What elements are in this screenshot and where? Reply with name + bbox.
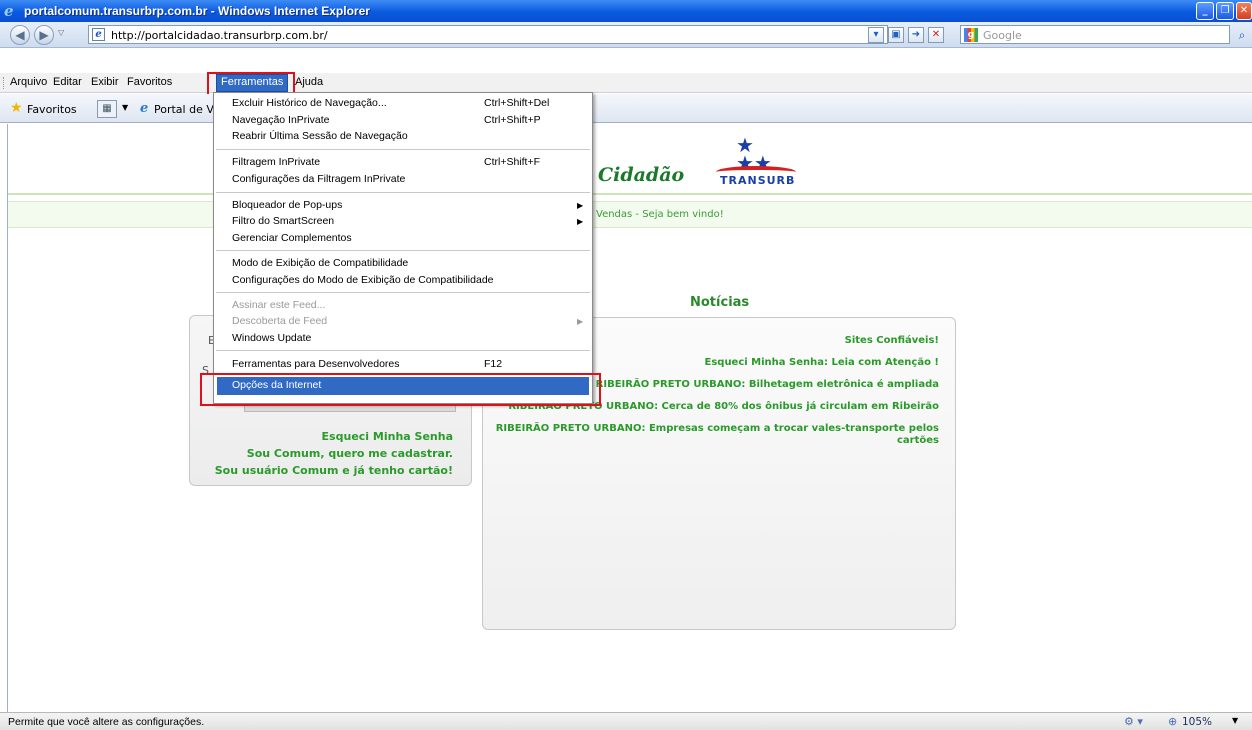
- address-field[interactable]: e http://portalcidadao.transurbrp.com.br…: [88, 25, 888, 44]
- tools-menu: Excluir Histórico de Navegação... Ctrl+S…: [213, 92, 593, 404]
- compatibility-icon[interactable]: ▣: [888, 27, 904, 43]
- tab-portal[interactable]: Portal de Ve: [154, 103, 220, 116]
- logo-text: TRANSURB: [720, 174, 796, 187]
- status-bar: Permite que você altere as configurações…: [0, 712, 1252, 730]
- menu-separator: [216, 250, 590, 251]
- menu-item-descoberta-feed: Descoberta de Feed: [232, 315, 328, 327]
- menu-item-config-filtragem[interactable]: Configurações da Filtragem InPrivate: [232, 173, 405, 185]
- tab-list-dropdown-icon[interactable]: ▼: [122, 103, 128, 112]
- menu-item-filtragem-inprivate[interactable]: Filtragem InPrivate: [232, 156, 320, 168]
- menu-separator: [216, 149, 590, 150]
- zone-icon[interactable]: ⚙ ▾: [1124, 715, 1143, 728]
- menu-item-config-compatibilidade[interactable]: Configurações do Modo de Exibição de Com…: [232, 274, 494, 286]
- forward-button[interactable]: ▶: [34, 25, 54, 45]
- search-field[interactable]: g Google: [960, 25, 1230, 44]
- status-text: Permite que você altere as configurações…: [8, 716, 205, 728]
- address-dropdown-icon[interactable]: ▾: [868, 27, 884, 43]
- register-link[interactable]: Sou Comum, quero me cadastrar.: [247, 447, 453, 460]
- menu-item-gerenciar-complementos[interactable]: Gerenciar Complementos: [232, 232, 352, 244]
- go-arrow-icon[interactable]: ➜: [908, 27, 924, 43]
- header-divider: [8, 193, 1252, 195]
- has-card-link[interactable]: Sou usuário Comum e já tenho cartão!: [215, 464, 453, 477]
- forgot-password-link[interactable]: Esqueci Minha Senha: [322, 430, 453, 443]
- menu-item-assinar-feed: Assinar este Feed...: [232, 299, 326, 311]
- ie-logo-icon: e: [4, 2, 14, 20]
- shortcut-f12: F12: [484, 358, 503, 370]
- shortcut-filtragem: Ctrl+Shift+F: [484, 156, 541, 168]
- transurb-logo: ★ ★★ TRANSURB: [716, 135, 796, 192]
- search-icon[interactable]: ⌕: [1234, 27, 1250, 43]
- shortcut-inprivate: Ctrl+Shift+P: [484, 114, 541, 126]
- menu-favoritos[interactable]: Favoritos: [127, 76, 172, 88]
- menu-exibir[interactable]: Exibir: [91, 76, 119, 88]
- window-title: portalcomum.transurbrp.com.br - Windows …: [24, 4, 370, 18]
- menu-separator: [216, 350, 590, 351]
- favorites-star-icon[interactable]: ★: [10, 100, 23, 116]
- news-link-5-cont[interactable]: cartões: [897, 435, 939, 446]
- menu-separator: [216, 292, 590, 293]
- welcome-text: Vendas - Seja bem vindo!: [596, 209, 724, 220]
- news-title: Notícias: [690, 295, 750, 310]
- menu-editar[interactable]: Editar: [53, 76, 82, 88]
- page-icon: e: [92, 28, 105, 41]
- search-placeholder[interactable]: Google: [983, 29, 1022, 42]
- menu-item-reabrir-sessao[interactable]: Reabrir Última Sessão de Navegação: [232, 130, 408, 142]
- minimize-button[interactable]: _: [1196, 2, 1214, 20]
- submenu-arrow-icon: ▶: [577, 217, 584, 226]
- menu-item-modo-compatibilidade[interactable]: Modo de Exibição de Compatibilidade: [232, 257, 408, 269]
- url-text[interactable]: http://portalcidadao.transurbrp.com.br/: [111, 29, 328, 42]
- restore-button[interactable]: ❐: [1216, 2, 1234, 20]
- zoom-dropdown-icon[interactable]: ▼: [1232, 716, 1238, 725]
- favorites-bar: ★ Favoritos ▦ ▼ e Portal de Ve: [0, 94, 1252, 123]
- submenu-arrow-icon: ▶: [577, 201, 584, 210]
- brand-title: Cidadão: [598, 164, 685, 186]
- tab-ie-icon: e: [140, 101, 149, 116]
- news-link-2[interactable]: Esqueci Minha Senha: Leia com Atenção !: [705, 357, 940, 368]
- back-button[interactable]: ◀: [10, 25, 30, 45]
- zoom-icon[interactable]: ⊕: [1168, 715, 1177, 728]
- submenu-arrow-icon: ▶: [577, 317, 584, 326]
- window-title-bar: e portalcomum.transurbrp.com.br - Window…: [0, 0, 1252, 22]
- menu-item-excluir-historico[interactable]: Excluir Histórico de Navegação...: [232, 97, 387, 109]
- stop-icon[interactable]: ✕: [928, 27, 944, 43]
- news-link-5[interactable]: RIBEIRÃO PRETO URBANO: Empresas começam …: [496, 423, 939, 434]
- zoom-level[interactable]: 105%: [1182, 716, 1212, 728]
- news-link-3[interactable]: RIBEIRÃO PRETO URBANO: Bilhetagem eletrô…: [596, 379, 939, 390]
- address-toolbar: ◀ ▶ ▽ e http://portalcidadao.transurbrp.…: [0, 22, 1252, 48]
- history-dropdown-icon[interactable]: ▽: [58, 28, 64, 37]
- news-link-1[interactable]: Sites Confiáveis!: [845, 335, 939, 346]
- menu-item-navegacao-inprivate[interactable]: Navegação InPrivate: [232, 114, 329, 126]
- menu-ajuda[interactable]: Ajuda: [295, 76, 323, 88]
- menu-arquivo[interactable]: Arquivo: [10, 76, 47, 88]
- menu-grip: [3, 77, 5, 89]
- google-logo-icon: g: [964, 28, 978, 42]
- menu-item-filtro-smartscreen[interactable]: Filtro do SmartScreen: [232, 215, 334, 227]
- close-button[interactable]: ✕: [1236, 2, 1252, 20]
- shortcut-excluir: Ctrl+Shift+Del: [484, 97, 550, 109]
- menu-item-windows-update[interactable]: Windows Update: [232, 332, 311, 344]
- quick-tabs-icon[interactable]: ▦: [97, 100, 117, 118]
- menu-item-ferramentas-dev[interactable]: Ferramentas para Desenvolvedores: [232, 358, 400, 370]
- highlight-opcoes-box: [200, 373, 601, 406]
- menu-bar: Arquivo Editar Exibir Favoritos Ferramen…: [0, 73, 1252, 93]
- favorites-button-label[interactable]: Favoritos: [27, 103, 77, 116]
- page-content: Cidadão ★ ★★ TRANSURB Vendas - Seja bem v…: [7, 124, 1252, 712]
- menu-item-bloqueador-popups[interactable]: Bloqueador de Pop-ups: [232, 199, 342, 211]
- menu-separator: [216, 192, 590, 193]
